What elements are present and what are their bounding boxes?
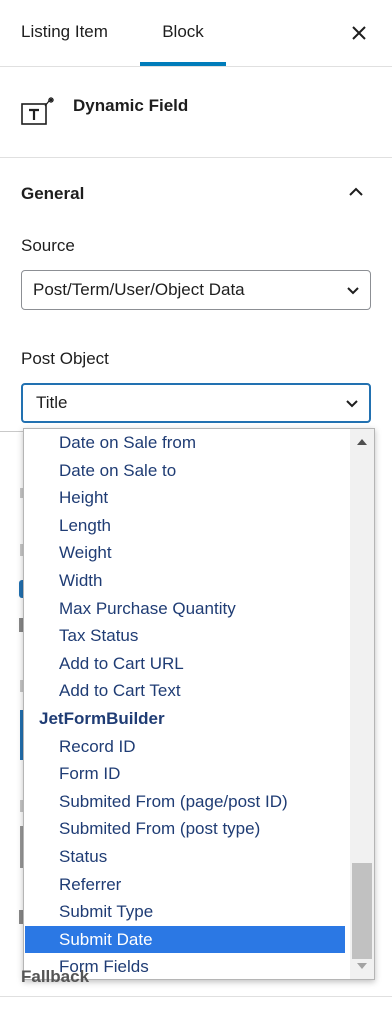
dropdown-option[interactable]: Submited From (post type): [25, 815, 345, 843]
dropdown-option[interactable]: Add to Cart Text: [25, 677, 345, 705]
post-object-select[interactable]: Title: [21, 383, 371, 423]
dropdown-option[interactable]: Max Purchase Quantity: [25, 595, 345, 623]
close-button[interactable]: [344, 18, 374, 48]
close-icon: [352, 26, 366, 40]
dropdown-option[interactable]: Add to Cart URL: [25, 650, 345, 678]
chevron-down-icon: [346, 400, 358, 408]
tab-block[interactable]: Block: [140, 0, 226, 64]
dropdown-option[interactable]: Width: [25, 567, 345, 595]
source-select-value: Post/Term/User/Object Data: [33, 280, 245, 299]
divider: [0, 996, 392, 997]
dropdown-group-header: JetFormBuilder: [39, 709, 165, 728]
block-title: Dynamic Field: [73, 96, 189, 115]
post-object-dropdown[interactable]: Date on Sale from Date on Sale to Height…: [23, 428, 375, 980]
dropdown-option-selected[interactable]: Submit Date: [25, 925, 345, 954]
chevron-up-icon[interactable]: [346, 182, 366, 202]
underlying-divider: [0, 431, 24, 432]
post-object-select-value: Title: [36, 393, 68, 412]
general-panel-header[interactable]: General: [0, 158, 392, 230]
tab-listing-item[interactable]: Listing Item: [21, 0, 108, 64]
scroll-down-arrow-icon[interactable]: [350, 955, 374, 977]
fallback-label: Fallback: [21, 967, 90, 986]
dynamic-field-icon: [21, 97, 54, 125]
dropdown-option[interactable]: Date on Sale from: [25, 429, 345, 457]
block-card: Dynamic Field: [0, 67, 392, 158]
active-tab-indicator: [140, 62, 226, 66]
source-select[interactable]: Post/Term/User/Object Data: [21, 270, 371, 310]
dropdown-scrollbar[interactable]: [350, 429, 374, 979]
scroll-up-arrow-icon[interactable]: [350, 431, 374, 453]
source-label: Source: [21, 236, 75, 255]
dropdown-option[interactable]: Status: [25, 843, 345, 871]
dropdown-option[interactable]: Tax Status: [25, 622, 345, 650]
dropdown-option[interactable]: Submited From (page/post ID): [25, 788, 345, 816]
dropdown-option[interactable]: Height: [25, 484, 345, 512]
sidebar-tabs: Listing Item Block: [0, 0, 392, 67]
dropdown-option[interactable]: Referrer: [25, 871, 345, 899]
dropdown-option[interactable]: Length: [25, 512, 345, 540]
chevron-down-icon: [347, 287, 359, 295]
general-panel-title: General: [21, 184, 85, 203]
post-object-label: Post Object: [21, 349, 109, 368]
dropdown-option[interactable]: Form ID: [25, 760, 345, 788]
scrollbar-thumb[interactable]: [352, 863, 372, 959]
dropdown-option[interactable]: Date on Sale to: [25, 457, 345, 485]
dropdown-option[interactable]: Record ID: [25, 733, 345, 761]
dropdown-option[interactable]: Weight: [25, 539, 345, 567]
dropdown-option[interactable]: Submit Type: [25, 898, 345, 926]
